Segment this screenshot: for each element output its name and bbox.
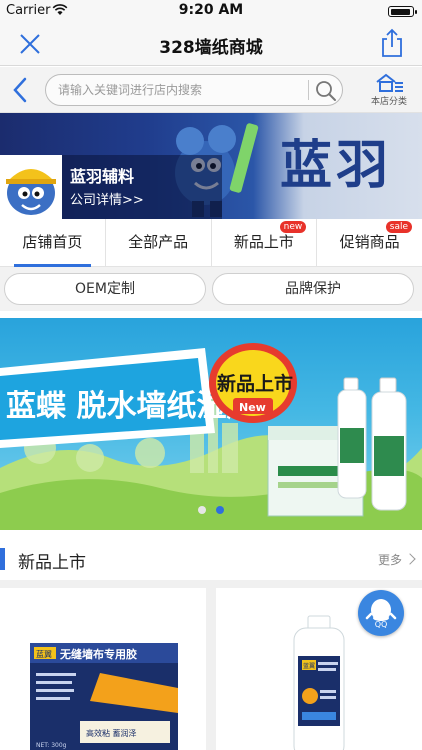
- box-title: 无缝墙布专用胶: [59, 647, 137, 661]
- search-box: [45, 74, 343, 106]
- tab-label: 促销商品: [339, 233, 400, 251]
- back-chevron-icon[interactable]: [10, 77, 30, 103]
- search-input[interactable]: [58, 79, 303, 101]
- qq-chat-button[interactable]: QQ: [358, 590, 404, 636]
- status-bar: Carrier 9:20 AM: [0, 0, 422, 22]
- search-icon[interactable]: [314, 79, 338, 103]
- tab-promotions[interactable]: 促销商品 sale: [317, 219, 422, 266]
- tab-label: 店铺首页: [22, 233, 83, 251]
- section-accent-bar: [0, 548, 5, 570]
- store-name: 蓝羽辅料: [70, 167, 135, 186]
- product-image: 蓝翼 无缝墙布专用胶 高效粘 蓄润泽 NET: 300g: [0, 588, 206, 750]
- promo-carousel[interactable]: 蓝蝶 脱水墙纸湿胶 新品上市 New: [0, 318, 422, 530]
- tab-label: 全部产品: [128, 233, 189, 251]
- tab-all-products[interactable]: 全部产品: [106, 219, 212, 266]
- home-category-icon: [376, 73, 403, 92]
- store-category-button[interactable]: 本店分类: [366, 73, 412, 111]
- search-divider: [308, 80, 309, 100]
- carousel-dots: [0, 499, 422, 518]
- battery-icon: [388, 6, 417, 17]
- navigation-bar: 328墙纸商城: [0, 22, 422, 66]
- box-slogan: 高效粘 蓄润泽: [86, 728, 137, 738]
- sale-badge: sale: [385, 221, 412, 233]
- box-net: NET: 300g: [36, 742, 67, 749]
- category-label: 本店分类: [370, 97, 407, 107]
- qq-penguin-icon: [365, 599, 397, 621]
- store-tabs: 店铺首页 全部产品 新品上市 new 促销商品 sale: [0, 219, 422, 267]
- bottle-brand: 蓝翼: [303, 662, 315, 670]
- clock: 9:20 AM: [178, 2, 244, 18]
- tab-store-home[interactable]: 店铺首页: [0, 219, 106, 267]
- promo-stamp: 新品上市: [217, 372, 293, 395]
- more-label: 更多: [377, 553, 402, 567]
- share-icon[interactable]: [380, 28, 404, 58]
- company-detail-link[interactable]: 公司详情>>: [70, 189, 144, 208]
- more-link[interactable]: 更多: [377, 551, 416, 568]
- section-header-new-arrivals: 新品上市 更多: [0, 540, 422, 580]
- product-card[interactable]: 蓝翼 无缝墙布专用胶 高效粘 蓄润泽 NET: 300g: [0, 588, 206, 750]
- banner-brand-text: 蓝羽: [280, 135, 393, 196]
- section-title: 新品上市: [18, 553, 86, 573]
- brand-protection-button[interactable]: 品牌保护: [212, 273, 414, 305]
- new-badge: new: [279, 221, 307, 233]
- tab-label: 新品上市: [233, 233, 294, 251]
- carousel-dot-active[interactable]: [216, 506, 224, 514]
- sub-tabs: OEM定制 品牌保护: [0, 267, 422, 311]
- oem-custom-button[interactable]: OEM定制: [4, 273, 206, 305]
- qq-label: QQ: [374, 620, 388, 629]
- page-title: 328墙纸商城: [159, 38, 263, 58]
- store-logo: [0, 155, 62, 219]
- promo-stamp-en: New: [239, 401, 266, 414]
- box-brand: 蓝翼: [36, 649, 52, 659]
- chevron-right-icon: [404, 553, 416, 565]
- search-row: 本店分类: [0, 67, 422, 113]
- tab-new-arrivals[interactable]: 新品上市 new: [212, 219, 318, 266]
- carousel-dot[interactable]: [198, 506, 206, 514]
- store-info: 蓝羽辅料 公司详情>>: [62, 155, 222, 219]
